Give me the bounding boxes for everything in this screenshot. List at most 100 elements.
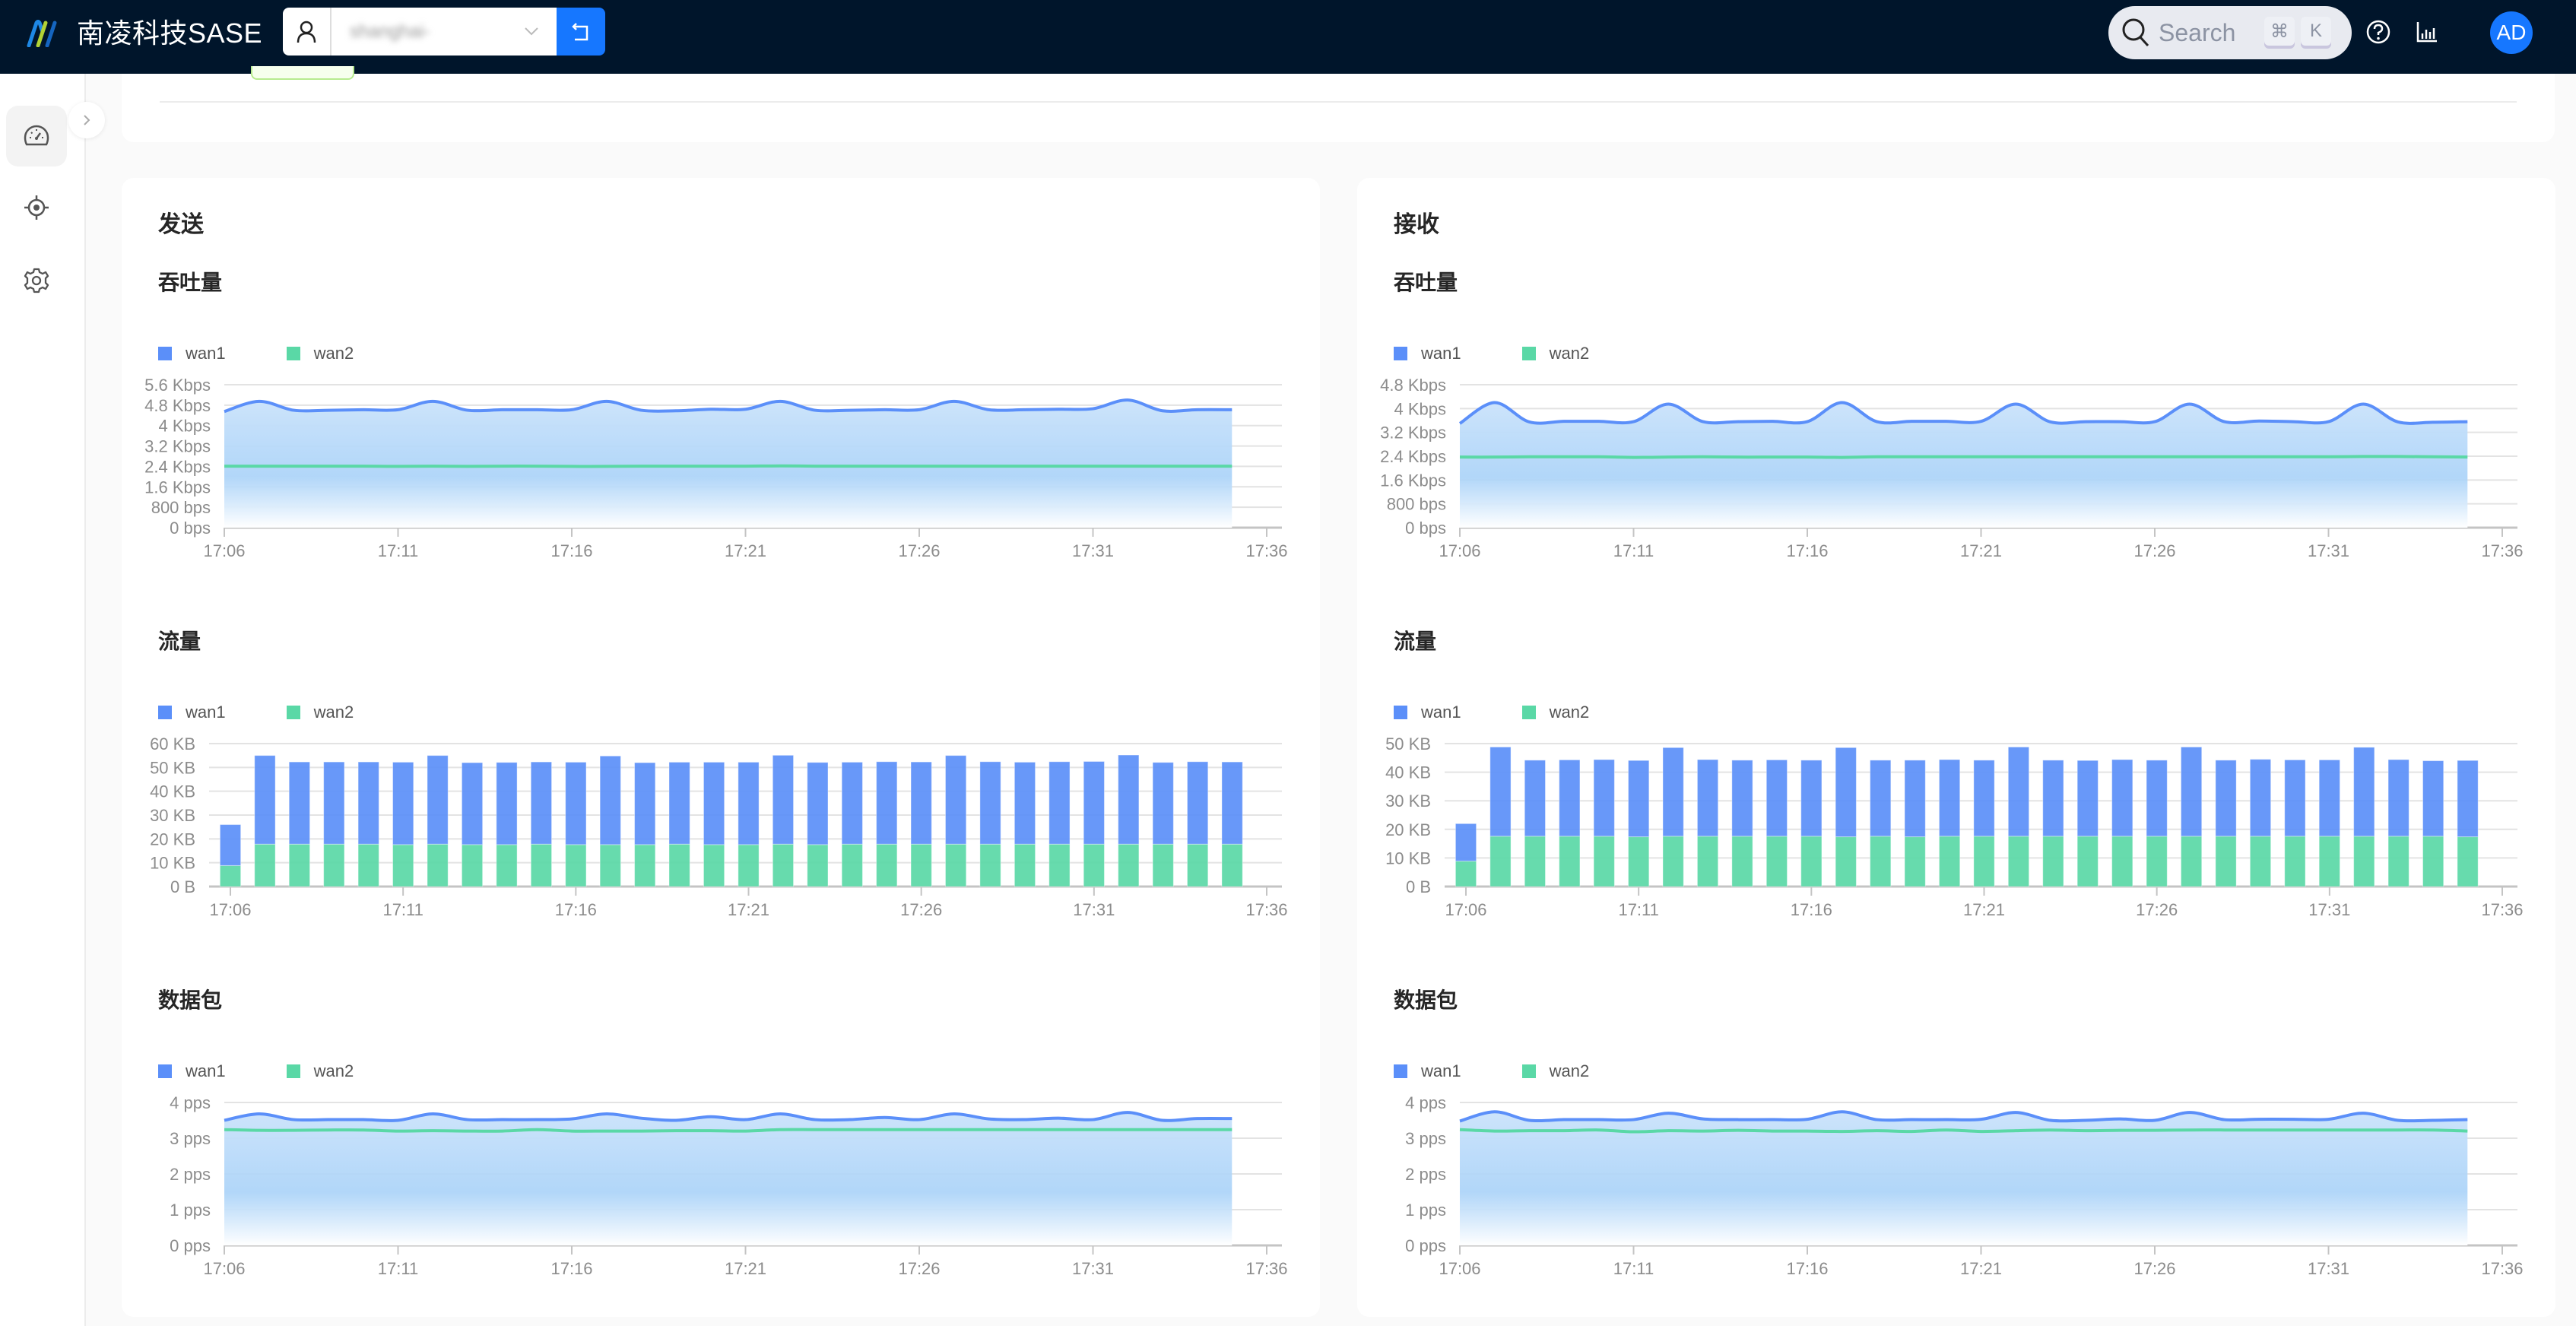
bar-wan2[interactable] xyxy=(1835,836,1857,887)
bar-wan2[interactable] xyxy=(1559,836,1581,887)
switch-back-button[interactable] xyxy=(557,8,605,56)
bar-wan2[interactable] xyxy=(772,843,795,887)
bar-wan2[interactable] xyxy=(1083,843,1105,887)
line-wan1[interactable] xyxy=(224,1111,1232,1122)
bar-wan2[interactable] xyxy=(1524,836,1546,887)
help-button[interactable] xyxy=(2363,17,2394,47)
bar-wan2[interactable] xyxy=(2353,836,2375,887)
bar-wan2[interactable] xyxy=(876,843,898,887)
bar-wan1[interactable] xyxy=(1800,760,1823,837)
bar-wan1[interactable] xyxy=(1524,760,1546,837)
bar-wan2[interactable] xyxy=(1938,836,1961,887)
bar-wan2[interactable] xyxy=(1489,836,1512,887)
tenant-select[interactable]: shanghai- xyxy=(332,8,557,56)
bar-wan1[interactable] xyxy=(496,762,518,845)
bar-wan2[interactable] xyxy=(357,843,379,887)
bar-wan2[interactable] xyxy=(1628,836,1650,887)
bar-wan2[interactable] xyxy=(254,843,276,887)
bar-wan2[interactable] xyxy=(2042,836,2064,887)
bar-wan1[interactable] xyxy=(1973,760,1995,837)
line-wan2[interactable] xyxy=(1459,1128,2468,1134)
bar-wan1[interactable] xyxy=(2284,759,2306,837)
bar-wan1[interactable] xyxy=(288,761,310,845)
bar-wan2[interactable] xyxy=(634,844,656,887)
bar-wan1[interactable] xyxy=(841,761,863,845)
bar-wan2[interactable] xyxy=(2387,836,2409,887)
bar-wan2[interactable] xyxy=(738,844,760,887)
bar-wan1[interactable] xyxy=(565,761,587,845)
bar-wan2[interactable] xyxy=(2007,836,2030,887)
bar-wan1[interactable] xyxy=(703,761,725,845)
bar-wan1[interactable] xyxy=(1765,759,1788,837)
bar-wan2[interactable] xyxy=(427,843,449,887)
bar-wan1[interactable] xyxy=(323,761,345,845)
bar-wan1[interactable] xyxy=(1221,761,1243,845)
bar-wan2[interactable] xyxy=(2146,836,2168,887)
bar-wan2[interactable] xyxy=(2457,836,2479,887)
bar-wan1[interactable] xyxy=(254,755,276,845)
bar-wan2[interactable] xyxy=(530,843,553,887)
legend-item-wan2[interactable]: wan2 xyxy=(286,1061,354,1081)
bar-wan1[interactable] xyxy=(668,761,690,845)
bar-wan1[interactable] xyxy=(1593,759,1615,837)
bar-wan1[interactable] xyxy=(2076,760,2099,837)
sidebar-item-settings[interactable] xyxy=(6,250,67,311)
bar-wan2[interactable] xyxy=(219,864,242,887)
bar-wan2[interactable] xyxy=(1152,843,1174,887)
bar-wan2[interactable] xyxy=(2422,836,2444,887)
stats-button[interactable] xyxy=(2412,17,2442,47)
bar-wan1[interactable] xyxy=(1731,760,1753,837)
bar-wan2[interactable] xyxy=(979,843,1001,887)
bar-wan2[interactable] xyxy=(2215,836,2237,887)
bar-wan1[interactable] xyxy=(876,761,898,845)
legend-item-wan1[interactable]: wan1 xyxy=(1394,1061,1461,1081)
bar-wan2[interactable] xyxy=(1973,836,1995,887)
bar-wan1[interactable] xyxy=(2249,759,2272,837)
bar-wan1[interactable] xyxy=(2042,760,2064,837)
bar-wan1[interactable] xyxy=(738,761,760,845)
bar-wan1[interactable] xyxy=(1835,747,1857,838)
bar-wan1[interactable] xyxy=(1696,759,1719,837)
bar-wan2[interactable] xyxy=(599,844,621,887)
line-wan1[interactable] xyxy=(1458,401,2468,425)
legend-item-wan2[interactable]: wan2 xyxy=(1521,1061,1589,1081)
bar-wan2[interactable] xyxy=(288,843,310,887)
bar-wan1[interactable] xyxy=(1870,760,1892,837)
sidebar-item-location[interactable] xyxy=(6,177,67,238)
legend-item-wan1[interactable]: wan1 xyxy=(1394,703,1461,722)
bar-wan2[interactable] xyxy=(2284,836,2306,887)
bar-wan2[interactable] xyxy=(1221,843,1243,887)
global-search[interactable]: Search ⌘ K xyxy=(2108,6,2352,59)
bar-wan1[interactable] xyxy=(2007,747,2030,837)
legend-item-wan1[interactable]: wan1 xyxy=(158,703,226,722)
bar-wan1[interactable] xyxy=(599,755,621,845)
bar-wan1[interactable] xyxy=(2387,759,2409,837)
bar-wan1[interactable] xyxy=(1118,754,1140,845)
legend-item-wan2[interactable]: wan2 xyxy=(286,344,354,363)
bar-wan1[interactable] xyxy=(910,761,932,845)
bar-wan1[interactable] xyxy=(1938,759,1961,837)
line-wan1[interactable] xyxy=(1459,1110,2468,1123)
bar-wan1[interactable] xyxy=(1048,761,1071,845)
line-wan2[interactable] xyxy=(1459,455,2468,459)
bar-wan1[interactable] xyxy=(1455,823,1477,862)
bar-wan2[interactable] xyxy=(1455,861,1477,887)
bar-wan1[interactable] xyxy=(772,754,795,845)
bar-wan1[interactable] xyxy=(461,762,484,845)
line-wan2[interactable] xyxy=(224,1128,1232,1133)
bar-wan1[interactable] xyxy=(944,755,967,845)
bar-wan2[interactable] xyxy=(2076,836,2099,887)
bar-wan2[interactable] xyxy=(1048,843,1071,887)
legend-item-wan2[interactable]: wan2 xyxy=(286,703,354,722)
bar-wan2[interactable] xyxy=(841,843,863,887)
bar-wan2[interactable] xyxy=(807,844,829,887)
bar-wan2[interactable] xyxy=(1904,836,1926,887)
bar-wan1[interactable] xyxy=(1489,747,1512,837)
bar-wan2[interactable] xyxy=(1662,836,1684,887)
bar-wan2[interactable] xyxy=(323,843,345,887)
bar-wan2[interactable] xyxy=(1870,836,1892,887)
bar-wan2[interactable] xyxy=(496,844,518,887)
bar-wan2[interactable] xyxy=(392,844,414,887)
legend-item-wan1[interactable]: wan1 xyxy=(158,344,226,363)
bar-wan1[interactable] xyxy=(2353,747,2375,837)
